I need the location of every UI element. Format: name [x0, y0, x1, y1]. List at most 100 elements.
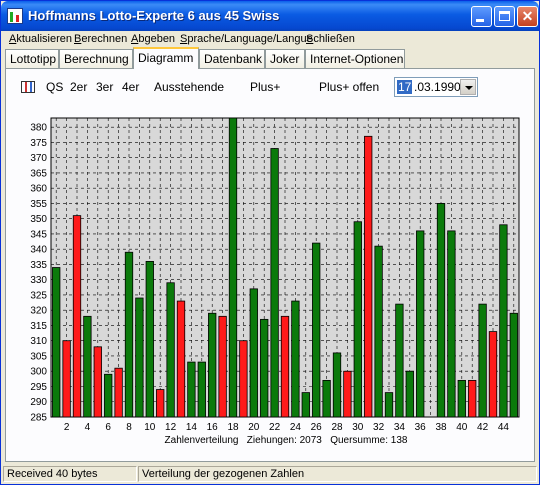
bar-number-26[interactable] [312, 242, 321, 418]
bar-number-9[interactable] [135, 297, 144, 418]
plus-offen-button[interactable]: Plus+ offen [319, 80, 379, 94]
bar-number-39[interactable] [447, 230, 456, 418]
menu-aktualisieren[interactable]: Aktualisieren [9, 33, 72, 45]
bar-number-24[interactable] [291, 300, 300, 418]
menu-abgeben[interactable]: Abgeben [131, 33, 175, 45]
bar-number-36[interactable] [416, 230, 425, 418]
bar-number-38[interactable] [436, 203, 446, 418]
x-tick-label: 18 [227, 422, 239, 433]
4er-button[interactable]: 4er [122, 80, 139, 94]
y-tick-label: 360 [30, 184, 47, 195]
chart-caption: Zahlenverteilung Ziehungen: 2073 Quersum… [165, 435, 408, 446]
close-button[interactable]: ✕ [517, 6, 538, 27]
bar-number-5[interactable] [93, 346, 102, 418]
close-icon: ✕ [521, 8, 534, 24]
x-tick-label: 28 [331, 422, 343, 433]
ausstehende-button[interactable]: Ausstehende [154, 80, 224, 94]
plus-button[interactable]: Plus+ [250, 80, 280, 94]
bar-number-2[interactable] [62, 340, 71, 418]
x-tick-label: 42 [477, 422, 489, 433]
maximize-icon [499, 11, 510, 21]
bar-number-19[interactable] [239, 340, 248, 418]
bar-number-45[interactable] [509, 312, 518, 418]
bar-number-20[interactable] [249, 288, 258, 418]
y-tick-label: 355 [30, 199, 47, 210]
bar-number-6[interactable] [104, 373, 113, 418]
tab-datenbank[interactable]: Datenbank [199, 49, 265, 68]
3er-button[interactable]: 3er [96, 80, 113, 94]
bar-number-7[interactable] [114, 367, 123, 418]
menu-berechnen[interactable]: Berechnen [74, 33, 127, 45]
bar-number-10[interactable] [145, 260, 154, 418]
bar-number-33[interactable] [384, 392, 394, 418]
status-left: Received 40 bytes [3, 466, 137, 482]
minimize-button[interactable] [471, 6, 492, 27]
x-tick-label: 22 [269, 422, 281, 433]
tab-lottotipp[interactable]: Lottotipp [5, 49, 59, 68]
bar-number-40[interactable] [457, 379, 466, 418]
bar-number-34[interactable] [395, 303, 404, 418]
y-tick-label: 350 [30, 214, 47, 225]
tab-internet-optionen[interactable]: Internet-Optionen [305, 49, 405, 68]
bar-number-42[interactable] [478, 303, 487, 418]
x-tick-label: 14 [186, 422, 198, 433]
y-tick-label: 330 [30, 275, 47, 286]
bar-number-43[interactable] [488, 331, 498, 418]
y-tick-label: 310 [30, 336, 47, 347]
bar-number-8[interactable] [124, 251, 134, 418]
table-icon[interactable] [21, 81, 35, 93]
x-tick-label: 4 [85, 422, 91, 433]
bar-number-28[interactable] [332, 352, 342, 418]
y-tick-label: 370 [30, 153, 47, 164]
bar-number-12[interactable] [166, 282, 175, 418]
x-tick-label: 40 [456, 422, 468, 433]
bar-number-44[interactable] [499, 224, 508, 418]
y-tick-label: 375 [30, 138, 47, 149]
y-tick-label: 285 [30, 413, 47, 424]
title-bar[interactable]: Hoffmanns Lotto-Experte 6 aus 45 Swiss ✕ [1, 1, 539, 31]
bar-number-13[interactable] [176, 300, 186, 418]
maximize-button[interactable] [494, 6, 515, 27]
x-tick-label: 8 [126, 422, 132, 433]
status-bar: Received 40 bytes Verteilung der gezogen… [1, 464, 539, 484]
y-tick-label: 320 [30, 306, 47, 317]
bar-number-30[interactable] [353, 221, 362, 418]
bar-number-3[interactable] [72, 215, 82, 418]
tab-joker[interactable]: Joker [265, 49, 305, 68]
bar-number-25[interactable] [301, 392, 310, 418]
main-window: Hoffmanns Lotto-Experte 6 aus 45 Swiss ✕… [0, 0, 540, 485]
bar-number-15[interactable] [197, 361, 206, 418]
bar-number-1[interactable] [52, 267, 61, 418]
app-icon[interactable] [7, 8, 23, 24]
bar-number-41[interactable] [468, 379, 477, 418]
bar-number-4[interactable] [83, 315, 92, 418]
bar-number-32[interactable] [374, 245, 383, 418]
bar-number-29[interactable] [343, 370, 352, 418]
bar-number-17[interactable] [218, 315, 227, 418]
bar-number-27[interactable] [322, 379, 331, 418]
tab-berechnung[interactable]: Berechnung [59, 49, 133, 68]
bar-number-18[interactable] [228, 117, 238, 418]
2er-button[interactable]: 2er [70, 80, 87, 94]
bar-number-22[interactable] [270, 148, 279, 418]
x-tick-label: 2 [64, 422, 70, 433]
x-tick-label: 24 [290, 422, 302, 433]
bar-number-16[interactable] [208, 312, 217, 418]
bar-number-21[interactable] [260, 318, 269, 418]
x-axis-ticks: 2 4 6 8 10 12 14 16 18 20 22 24 26 28 30 32 34 36 38 40 42 44 [64, 422, 510, 433]
bar-number-23[interactable] [280, 315, 290, 418]
bar-number-31[interactable] [364, 135, 373, 418]
x-tick-label: 10 [144, 422, 156, 433]
y-axis-ticks: 285 290 295 300 305 310 315 320 325 330 335 340 345 3… [30, 123, 47, 424]
menu-sprache[interactable]: Sprache/Language/Langue [180, 33, 313, 45]
y-tick-label: 340 [30, 245, 47, 256]
bar-number-11[interactable] [156, 389, 165, 418]
tab-diagramm[interactable]: Diagramm [133, 47, 199, 69]
x-tick-label: 16 [207, 422, 219, 433]
bar-number-35[interactable] [405, 370, 414, 418]
qs-button[interactable]: QS [46, 80, 63, 94]
menu-schliessen[interactable]: Schließen [306, 33, 355, 45]
date-dropdown[interactable]: 17 .03.1990 [394, 77, 478, 97]
bar-number-14[interactable] [187, 361, 196, 418]
chevron-down-icon[interactable] [460, 79, 476, 95]
